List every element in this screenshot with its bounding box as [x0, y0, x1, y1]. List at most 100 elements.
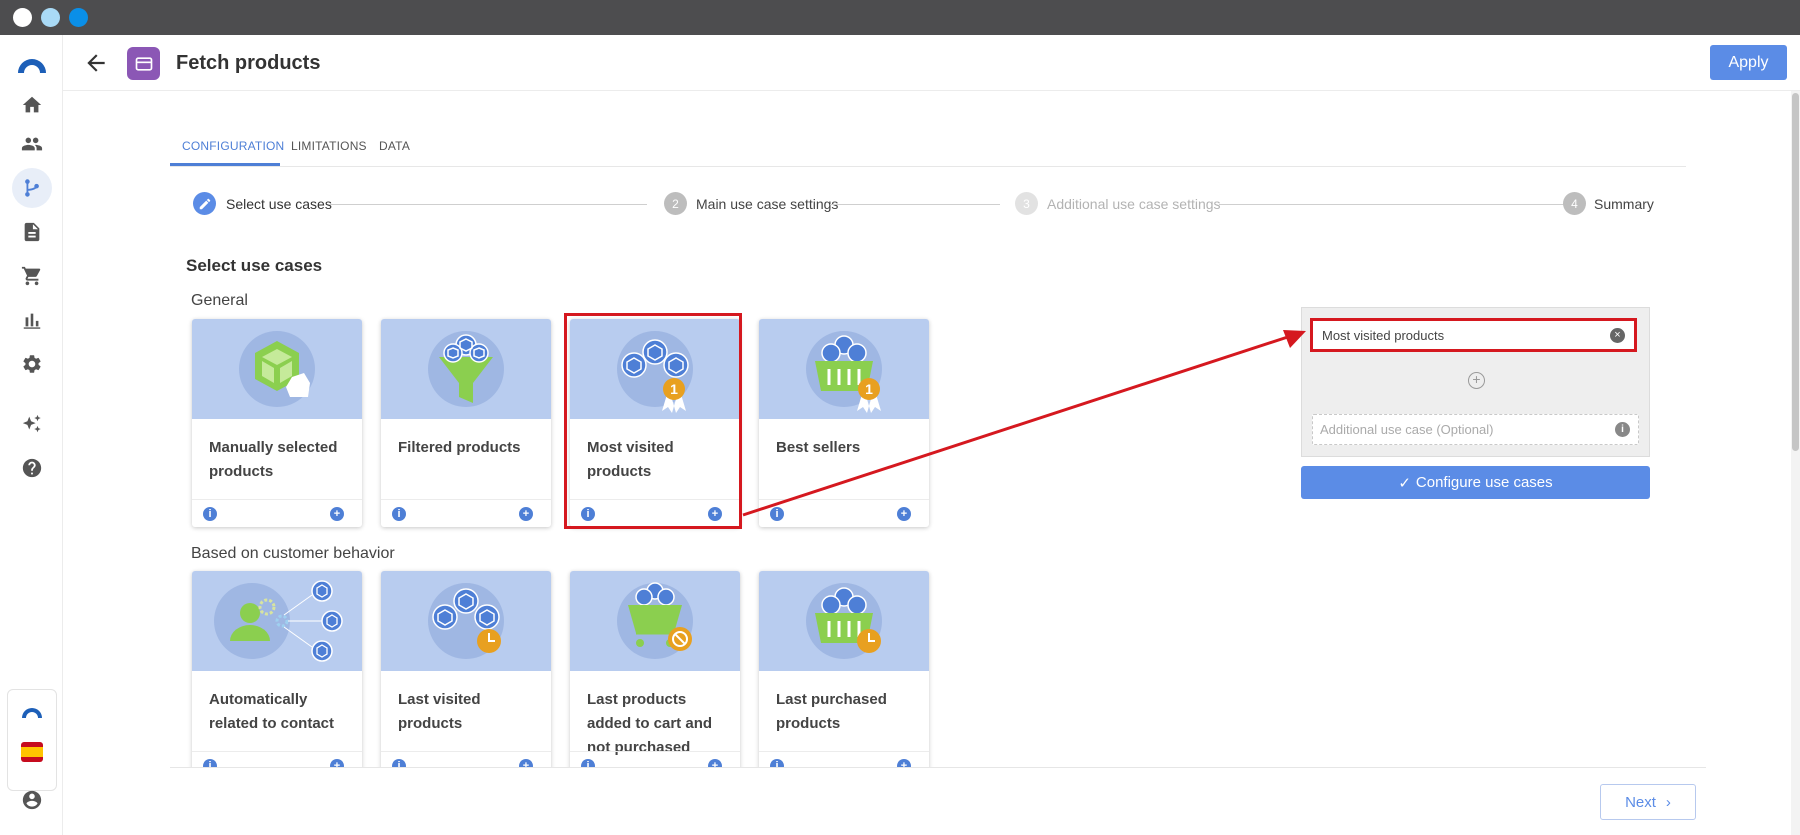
main-use-case-field[interactable]: Most visited products ×: [1310, 318, 1637, 352]
info-icon[interactable]: i: [203, 759, 217, 767]
use-case-card[interactable]: Manually selected products i +: [192, 319, 362, 527]
card-footer: i +: [759, 499, 929, 527]
user-account-icon[interactable]: [12, 780, 52, 820]
card-label: Last purchased products: [776, 691, 887, 732]
info-icon[interactable]: i: [770, 507, 784, 521]
card-footer: i +: [192, 499, 362, 527]
info-icon[interactable]: i: [770, 759, 784, 767]
additional-use-case-placeholder: Additional use case (Optional): [1320, 422, 1494, 437]
tab-limitations[interactable]: LIMITATIONS: [291, 139, 367, 153]
step-4-label: Summary: [1594, 196, 1654, 212]
info-icon[interactable]: i: [1615, 422, 1630, 437]
info-icon[interactable]: i: [392, 759, 406, 767]
back-arrow-icon[interactable]: [83, 50, 109, 76]
step-connector: [1219, 204, 1584, 205]
step-3-label: Additional use case settings: [1047, 196, 1221, 212]
settings-gear-icon[interactable]: [12, 344, 52, 384]
card-footer: i +: [381, 751, 551, 767]
vertical-scrollbar[interactable]: [1791, 91, 1800, 835]
info-icon[interactable]: i: [581, 759, 595, 767]
add-icon[interactable]: +: [708, 759, 722, 767]
add-icon[interactable]: +: [330, 507, 344, 521]
cart-icon[interactable]: [12, 256, 52, 296]
tab-bar: CONFIGURATION LIMITATIONS DATA: [170, 130, 1686, 167]
behavior-cards-viewport: Automatically related to contact i + Las…: [170, 560, 950, 767]
chevron-right-icon: ›: [1665, 793, 1671, 811]
use-case-card[interactable]: Filtered products i +: [381, 319, 551, 527]
check-icon: ✓: [1398, 474, 1411, 492]
add-icon[interactable]: +: [330, 759, 344, 767]
add-icon[interactable]: +: [519, 759, 533, 767]
clear-icon[interactable]: ×: [1610, 328, 1625, 343]
window-minimize-dot[interactable]: [41, 8, 60, 27]
next-label: Next: [1625, 793, 1656, 811]
card-footer: i +: [570, 751, 740, 767]
document-icon[interactable]: [12, 212, 52, 252]
info-icon[interactable]: i: [392, 507, 406, 521]
sparkles-icon[interactable]: [12, 404, 52, 444]
hand-cube-icon: [192, 319, 362, 419]
step-1-edit-icon[interactable]: [193, 192, 216, 215]
page-header: Fetch products Apply: [63, 35, 1800, 91]
workspace-card: [7, 689, 57, 791]
main-use-case-value: Most visited products: [1322, 328, 1445, 343]
workflows-icon[interactable]: [12, 168, 52, 208]
card-label: Best sellers: [776, 439, 861, 456]
active-tab-indicator: [170, 163, 280, 166]
left-nav-rail: [0, 35, 63, 835]
funnel-cubes-icon: [381, 319, 551, 419]
add-icon[interactable]: +: [897, 759, 911, 767]
use-case-card[interactable]: Last visited products i +: [381, 571, 551, 767]
group-label-general: General: [191, 292, 248, 309]
card-footer: i +: [192, 751, 362, 767]
add-icon[interactable]: +: [519, 507, 533, 521]
use-case-card[interactable]: Automatically related to contact i +: [192, 571, 362, 767]
card-footer: i +: [381, 499, 551, 527]
help-icon[interactable]: [12, 448, 52, 488]
add-icon[interactable]: +: [897, 507, 911, 521]
info-icon[interactable]: i: [203, 507, 217, 521]
step-4-number[interactable]: 4: [1563, 192, 1586, 215]
window-maximize-dot[interactable]: [69, 8, 88, 27]
window-titlebar: [0, 0, 1800, 35]
step-2-label: Main use case settings: [696, 196, 839, 212]
step-1-label: Select use cases: [226, 196, 332, 212]
scrollbar-thumb[interactable]: [1792, 93, 1799, 451]
card-label: Last visited products: [398, 691, 481, 732]
additional-use-case-field[interactable]: Additional use case (Optional) i: [1312, 414, 1639, 445]
window-close-dot[interactable]: [13, 8, 32, 27]
logo-icon[interactable]: [12, 45, 52, 85]
home-icon[interactable]: [12, 85, 52, 125]
card-label: Filtered products: [398, 439, 521, 456]
svg-text:1: 1: [865, 381, 873, 397]
card-footer: i +: [759, 751, 929, 767]
highlight-box: [564, 313, 742, 529]
bar-chart-icon[interactable]: [12, 300, 52, 340]
contacts-icon[interactable]: [12, 124, 52, 164]
step-2-number[interactable]: 2: [664, 192, 687, 215]
cart-blocked-icon: [570, 571, 740, 671]
configure-use-cases-button[interactable]: ✓ Configure use cases: [1301, 466, 1650, 499]
next-button[interactable]: Next ›: [1600, 784, 1696, 820]
contact-cubes-icon: [192, 571, 362, 671]
step-connector: [830, 204, 1000, 205]
apply-button[interactable]: Apply: [1710, 45, 1787, 80]
tab-data[interactable]: DATA: [379, 139, 410, 153]
add-circle-icon[interactable]: +: [1468, 372, 1485, 389]
basket-medal-icon: 1: [759, 319, 929, 419]
card-label: Last products added to cart and not purc…: [587, 691, 713, 756]
spain-flag-icon[interactable]: [21, 742, 43, 762]
step-connector: [329, 204, 647, 205]
card-label: Manually selected products: [209, 439, 338, 480]
workspace-logo-icon[interactable]: [20, 706, 44, 718]
use-case-card[interactable]: Last products added to cart and not purc…: [570, 571, 740, 767]
footer-divider: [170, 767, 1706, 768]
use-case-card[interactable]: 1 Best sellers i +: [759, 319, 929, 527]
tab-configuration[interactable]: CONFIGURATION: [182, 139, 284, 153]
basket-clock-icon: [759, 571, 929, 671]
use-case-card[interactable]: Last purchased products i +: [759, 571, 929, 767]
selected-use-cases-panel: Most visited products × + Additional use…: [1301, 307, 1650, 457]
fetch-products-app-icon: [127, 47, 160, 80]
section-title: Select use cases: [186, 256, 323, 275]
card-label: Automatically related to contact: [209, 691, 335, 732]
